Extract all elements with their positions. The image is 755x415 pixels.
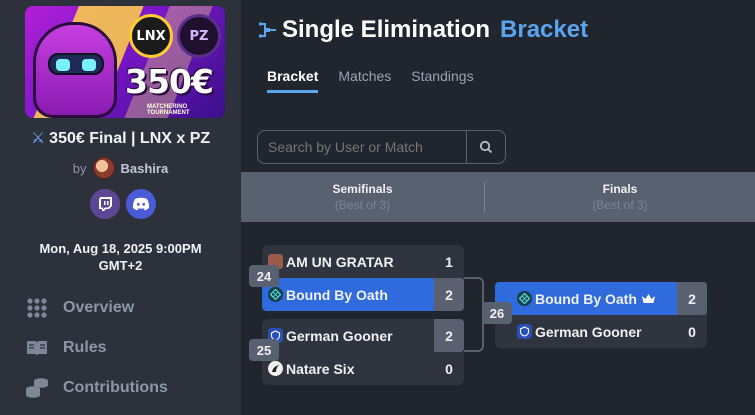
banner-prize: 350€ [125, 62, 214, 101]
search-icon [479, 140, 493, 154]
sidebar-item-contributions[interactable]: Contributions [24, 377, 224, 399]
team-logo-icon [517, 291, 532, 306]
tab-standings[interactable]: Standings [411, 68, 473, 93]
search-button[interactable] [466, 130, 506, 164]
team-name: AM UN GRATAR [286, 253, 394, 270]
round-header-bar: Semifinals (Best of 3) Finals (Best of 3… [241, 172, 755, 222]
tournament-banner: LNX PZ 350€ MATCHERINO TOURNAMENT [25, 6, 225, 118]
match-card[interactable]: AM UN GRATAR 1 Bound By Oath 2 [262, 245, 464, 311]
tournament-title: ⚔ 350€ Final | LNX x PZ [0, 128, 241, 148]
round-best-of: (Best of 3) [334, 198, 391, 212]
grid-icon [24, 297, 49, 319]
team-name: Bound By Oath [535, 291, 677, 307]
team-score: 2 [677, 282, 707, 315]
team-name: Bound By Oath [286, 286, 388, 303]
match-slot[interactable]: German Gooner 2 [262, 319, 464, 352]
by-label: by [72, 160, 87, 176]
lnx-logo: LNX [129, 14, 173, 58]
page-title: Single Elimination Bracket [258, 16, 588, 44]
match-slot[interactable]: German Gooner 0 [495, 315, 707, 348]
bracket-connector [464, 277, 484, 352]
discord-button[interactable] [126, 189, 156, 219]
team-score: 2 [434, 278, 464, 311]
team-name-text: Bound By Oath [535, 290, 637, 307]
match-card[interactable]: German Gooner 2 Natare Six 0 [262, 319, 464, 385]
round-finals: Finals (Best of 3) [485, 172, 755, 222]
sidebar-item-label: Contributions [63, 379, 168, 396]
page-title-accent: Bracket [500, 16, 589, 43]
social-links [90, 189, 156, 219]
round-name: Semifinals [332, 182, 393, 196]
tab-bracket[interactable]: Bracket [267, 68, 319, 93]
match-slot-winner[interactable]: Bound By Oath 2 [262, 278, 464, 311]
match-number-badge: 26 [482, 302, 512, 324]
sidebar: LNX PZ 350€ MATCHERINO TOURNAMENT ⚔ 350€ … [0, 0, 241, 415]
tab-matches[interactable]: Matches [338, 68, 391, 93]
bracket-icon [259, 22, 276, 38]
match-card[interactable]: Bound By Oath 2 German Gooner 0 [495, 282, 707, 348]
timezone-text: GMT+2 [98, 258, 143, 273]
match-slot-winner[interactable]: Bound By Oath 2 [495, 282, 707, 315]
team-name: German Gooner [286, 327, 393, 344]
robot-mascot-image [33, 22, 117, 118]
sidebar-item-rules[interactable]: Rules [24, 337, 224, 359]
team-name: German Gooner [535, 323, 642, 340]
round-semifinals: Semifinals (Best of 3) [241, 172, 484, 222]
tournament-title-text: 350€ Final | LNX x PZ [49, 130, 211, 147]
team-logo-icon [268, 361, 283, 376]
match-slot[interactable]: AM UN GRATAR 1 [262, 245, 464, 278]
shield-logo-icon [517, 324, 532, 339]
date-text: Mon, Aug 18, 2025 9:00PM [39, 241, 202, 256]
crown-icon [641, 293, 655, 303]
team-score: 0 [445, 360, 453, 377]
team-score: 2 [434, 319, 464, 352]
round-name: Finals [602, 182, 638, 196]
round-best-of: (Best of 3) [592, 198, 648, 212]
search-input[interactable] [257, 130, 467, 164]
page-title-text: Single Elimination [282, 16, 491, 43]
team-logo-icon [268, 287, 283, 302]
twitch-icon [99, 197, 112, 211]
host-avatar[interactable] [92, 157, 115, 179]
crossed-swords-icon: ⚔ [30, 130, 46, 147]
banner-caption: MATCHERINO TOURNAMENT [147, 104, 190, 116]
match-number-badge: 25 [249, 339, 279, 361]
discord-icon [132, 197, 150, 211]
sidebar-item-overview[interactable]: Overview [24, 297, 224, 319]
host-name[interactable]: Bashira [121, 161, 169, 176]
sidebar-item-label: Rules [63, 339, 107, 356]
match-slot[interactable]: Natare Six 0 [262, 352, 464, 385]
match-number-badge: 24 [249, 265, 279, 287]
tournament-date: Mon, Aug 18, 2025 9:00PM GMT+2 [0, 240, 241, 274]
book-icon [24, 337, 49, 359]
team-score: 1 [445, 253, 453, 270]
team-name: Natare Six [286, 360, 355, 377]
sidebar-item-label: Overview [63, 299, 135, 316]
pz-logo: PZ [177, 14, 221, 58]
team-score: 0 [688, 323, 696, 340]
view-tabs: Bracket Matches Standings [267, 68, 474, 93]
coins-icon [24, 377, 49, 399]
host-row: by Bashira [0, 157, 241, 179]
twitch-button[interactable] [90, 189, 120, 219]
